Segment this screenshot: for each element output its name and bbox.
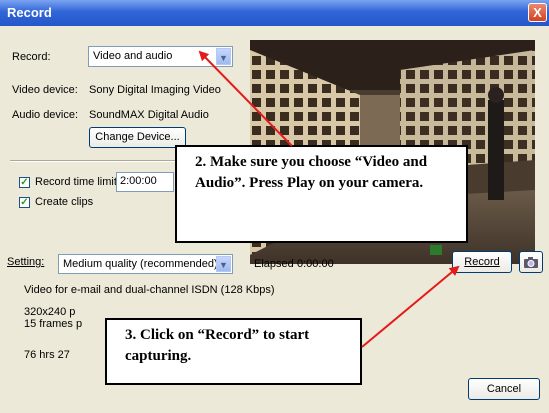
audio-device-value: SoundMAX Digital Audio [89, 109, 209, 121]
quality-setting-select[interactable]: Medium quality (recommended) ▼ [58, 254, 233, 274]
window-title: Record [7, 5, 52, 20]
record-mode-value: Video and audio [93, 50, 173, 62]
cancel-button[interactable]: Cancel [468, 378, 540, 400]
change-device-button[interactable]: Change Device... [89, 127, 186, 148]
resolution-text: 320x240 p [24, 306, 76, 318]
frame-rate-text: 15 frames p [24, 318, 83, 330]
elapsed-value: 0:00:00 [297, 258, 334, 270]
instruction-callout-3: 3. Click on “Record” to start capturing. [105, 318, 362, 385]
arrow-to-record-button [361, 265, 460, 348]
video-device-label: Video device: [12, 84, 78, 96]
record-mode-select[interactable]: Video and audio ▼ [88, 46, 233, 67]
record-button-label: Record [464, 256, 500, 268]
chevron-down-icon[interactable]: ▼ [216, 256, 231, 272]
record-time-limit-checkbox[interactable]: ✓ [19, 177, 30, 188]
create-clips-checkbox[interactable]: ✓ [19, 197, 30, 208]
record-button[interactable]: Record [452, 251, 512, 273]
close-icon: X [533, 5, 542, 20]
setting-description: Video for e-mail and dual-channel ISDN (… [24, 284, 275, 296]
title-bar: Record X [0, 0, 549, 26]
audio-device-label: Audio device: [12, 109, 79, 121]
time-remaining-text: 76 hrs 27 [24, 349, 70, 361]
elapsed-label: Elapsed [254, 258, 294, 270]
time-limit-input[interactable]: 2:00:00 [116, 172, 174, 192]
create-clips-label: Create clips [35, 196, 94, 208]
setting-label: Setting: [7, 256, 45, 268]
video-device-value: Sony Digital Imaging Video [89, 84, 221, 96]
instruction-callout-2: 2. Make sure you choose “Video and Audio… [175, 145, 468, 243]
record-time-limit-label: Record time limit: [35, 176, 120, 188]
snapshot-button[interactable] [519, 251, 543, 273]
chevron-down-icon[interactable]: ▼ [216, 48, 231, 65]
camera-icon [524, 257, 538, 268]
close-button[interactable]: X [528, 3, 547, 22]
record-label: Record: [12, 51, 51, 63]
quality-setting-value: Medium quality (recommended) [63, 258, 218, 270]
